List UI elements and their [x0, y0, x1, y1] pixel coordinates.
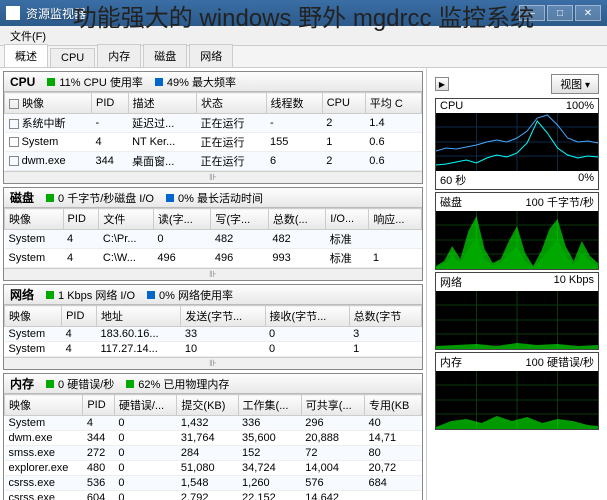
table-row[interactable]: System401,43233629640	[5, 416, 422, 431]
window-title: 资源监视器	[26, 5, 519, 22]
panel-mem-header[interactable]: 内存 0 硬错误/秒 62% 已用物理内存	[4, 374, 422, 394]
left-pane: CPU 11% CPU 使用率 49% 最大频率 映像 PID 描述 状态 线程…	[0, 68, 427, 500]
tabbar: 概述 CPU 内存 磁盘 网络	[0, 46, 607, 68]
square-icon	[46, 194, 54, 202]
table-row[interactable]: explorer.exe480051,08034,72414,00420,72	[5, 461, 422, 476]
square-icon	[147, 291, 155, 299]
menubar: 文件(F)	[0, 26, 607, 46]
close-button[interactable]: ✕	[575, 5, 601, 21]
view-button[interactable]: 视图 ▾	[551, 74, 599, 94]
table-row[interactable]: System4183.60.16...3303	[5, 327, 422, 342]
collapse-arrow-icon[interactable]: ▶	[435, 77, 449, 91]
net-table: 映像PID地址发送(字节...接收(字节...总数(字节 System4183.…	[4, 305, 422, 357]
table-header-row: 映像 PID 描述 状态 线程数 CPU 平均 C	[5, 93, 422, 114]
chart-cpu: CPU100% 60 秒0%	[435, 98, 599, 190]
panel-cpu-header[interactable]: CPU 11% CPU 使用率 49% 最大频率	[4, 72, 422, 92]
table-row[interactable]: System4NT Ker...正在运行15510.6	[5, 133, 422, 152]
maximize-button[interactable]: □	[547, 5, 573, 21]
menu-file[interactable]: 文件(F)	[4, 26, 52, 46]
tab-overview[interactable]: 概述	[4, 44, 48, 67]
panel-cpu: CPU 11% CPU 使用率 49% 最大频率 映像 PID 描述 状态 线程…	[3, 71, 423, 184]
square-icon	[46, 291, 54, 299]
chart-memory: 内存100 硬错误/秒	[435, 352, 599, 430]
scroll-hint[interactable]: ⊪	[4, 357, 422, 369]
table-row[interactable]: System4C:\Pr...0482482标准	[5, 230, 422, 249]
table-row[interactable]: csrss.exe60402,79222,15214,642	[5, 491, 422, 500]
tab-memory[interactable]: 内存	[97, 44, 141, 67]
scroll-hint[interactable]: ⊪	[4, 171, 422, 183]
table-header-row: 映像PID硬错误/...提交(KB)工作集(...可共享(...专用(KB	[5, 395, 422, 416]
square-icon	[155, 78, 163, 86]
panel-disk-header[interactable]: 磁盘 0 千字节/秒磁盘 I/O 0% 最长活动时间	[4, 188, 422, 208]
table-row[interactable]: System4C:\W...496496993标准1	[5, 249, 422, 268]
panel-network: 网络 1 Kbps 网络 I/O 0% 网络使用率 映像PID地址发送(字节..…	[3, 284, 423, 370]
panel-memory: 内存 0 硬错误/秒 62% 已用物理内存 映像PID硬错误/...提交(KB)…	[3, 373, 423, 500]
table-header-row: 映像PID文件读(字...写(字...总数(...I/O...响应...	[5, 209, 422, 230]
panel-disk: 磁盘 0 千字节/秒磁盘 I/O 0% 最长活动时间 映像PID文件读(字...…	[3, 187, 423, 281]
right-pane: ▶ 视图 ▾ CPU100% 60 秒0% 磁盘100 千字节/秒 网络10 K…	[427, 68, 607, 500]
square-icon	[126, 380, 134, 388]
panel-cpu-title: CPU	[10, 75, 35, 89]
square-icon	[46, 380, 54, 388]
tab-disk[interactable]: 磁盘	[143, 44, 187, 67]
tab-cpu[interactable]: CPU	[50, 48, 95, 67]
cpu-table: 映像 PID 描述 状态 线程数 CPU 平均 C 系统中断-延迟过...正在运…	[4, 92, 422, 171]
disk-table: 映像PID文件读(字...写(字...总数(...I/O...响应... Sys…	[4, 208, 422, 268]
table-row[interactable]: csrss.exe53601,5481,260576684	[5, 476, 422, 491]
mem-table: 映像PID硬错误/...提交(KB)工作集(...可共享(...专用(KB Sy…	[4, 394, 422, 500]
tab-network[interactable]: 网络	[189, 44, 233, 67]
table-row[interactable]: smss.exe27202841527280	[5, 446, 422, 461]
titlebar: 资源监视器 – □ ✕	[0, 0, 607, 26]
square-icon	[166, 194, 174, 202]
table-row[interactable]: dwm.exe344031,76435,60020,88814,71	[5, 431, 422, 446]
app-icon	[6, 6, 20, 20]
scroll-hint[interactable]: ⊪	[4, 268, 422, 280]
table-row[interactable]: dwm.exe344桌面窗...正在运行620.6	[5, 152, 422, 171]
panel-net-title: 网络	[10, 286, 34, 303]
minimize-button[interactable]: –	[519, 5, 545, 21]
panel-mem-title: 内存	[10, 375, 34, 392]
panel-disk-title: 磁盘	[10, 189, 34, 206]
table-row[interactable]: 系统中断-延迟过...正在运行-21.4	[5, 114, 422, 133]
chart-disk: 磁盘100 千字节/秒	[435, 192, 599, 270]
table-header-row: 映像PID地址发送(字节...接收(字节...总数(字节	[5, 306, 422, 327]
chart-network: 网络10 Kbps	[435, 272, 599, 350]
square-icon	[47, 78, 55, 86]
panel-net-header[interactable]: 网络 1 Kbps 网络 I/O 0% 网络使用率	[4, 285, 422, 305]
checkbox-icon[interactable]	[9, 99, 19, 109]
table-row[interactable]: System4117.27.14...1001	[5, 342, 422, 357]
